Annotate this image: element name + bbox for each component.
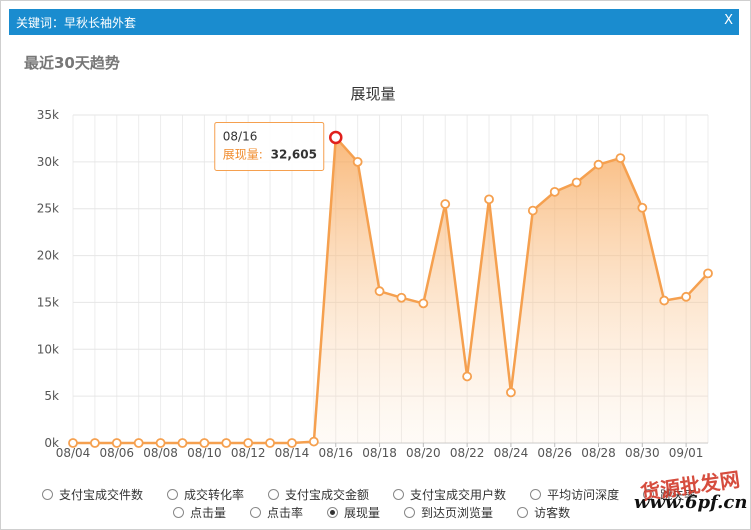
series-area (73, 137, 708, 443)
metric-option[interactable]: 支付宝成交用户数 (393, 486, 506, 503)
data-point[interactable] (440, 199, 451, 209)
highlighted-data-point[interactable] (329, 130, 343, 145)
metric-option-label: 展现量 (344, 506, 381, 520)
data-point[interactable] (265, 438, 275, 448)
y-tick-label: 20k (37, 249, 59, 263)
data-point[interactable] (396, 292, 407, 303)
metric-option-label: 支付宝成交用户数 (410, 488, 507, 502)
y-tick-label: 35k (37, 108, 59, 122)
radio-icon[interactable] (268, 489, 280, 500)
x-tick-label: 08/16 (318, 446, 353, 460)
metric-option[interactable]: 访客数 (517, 504, 570, 521)
data-point[interactable] (418, 298, 429, 309)
data-point[interactable] (155, 438, 166, 448)
x-tick-label: 08/26 (537, 446, 572, 460)
data-point[interactable] (111, 438, 122, 448)
data-point[interactable] (615, 153, 626, 164)
data-point[interactable] (681, 291, 692, 302)
x-tick-label: 08/18 (362, 446, 397, 460)
radio-icon[interactable] (517, 507, 529, 518)
trend-chart: 展现量 0k5k10k15k20k25k30k35k 08/04 08/06 08/… (37, 85, 713, 460)
metric-option-label: 点击量 (190, 506, 227, 520)
data-point[interactable] (243, 438, 254, 448)
data-point[interactable] (637, 202, 648, 213)
data-point[interactable] (308, 436, 319, 447)
radio-icon[interactable] (42, 489, 53, 500)
data-point[interactable] (177, 438, 188, 448)
data-point[interactable] (484, 194, 494, 205)
tooltip-value-line: 展现量: 32,605 (223, 147, 317, 161)
metric-option[interactable]: 到达页浏览量 (404, 504, 493, 521)
x-axis: 08/04 08/06 08/08 08/10 08/12 08/14 08/16 08/18… (56, 443, 704, 460)
x-tick-label: 08/06 (99, 446, 134, 460)
x-tick-label: 08/28 (581, 446, 616, 460)
y-tick-label: 5k (44, 389, 59, 403)
data-point[interactable] (593, 159, 604, 170)
y-axis: 0k5k10k15k20k25k30k35k (37, 108, 59, 450)
metric-selector-row1: 支付宝成交件数 成交转化率 支付宝成交金额 支付宝成交用户数 平均访问深度 跳失率 (42, 486, 696, 503)
metric-option-label: 支付宝成交件数 (59, 488, 144, 502)
x-tick-label: 08/22 (450, 446, 485, 460)
radio-icon[interactable] (393, 489, 405, 500)
metric-option-label: 点击率 (267, 506, 304, 520)
y-tick-label: 25k (37, 202, 59, 216)
metric-selector-row2: 点击量 点击率 展现量 到达页浏览量 访客数 (173, 504, 570, 521)
data-point[interactable] (549, 186, 560, 197)
metric-option-label: 访客数 (534, 506, 571, 520)
metric-option[interactable]: 点击率 (250, 504, 303, 521)
x-tick-label: 08/24 (494, 446, 529, 460)
metric-option[interactable]: 平均访问深度 (530, 486, 619, 503)
data-point[interactable] (133, 438, 144, 448)
metric-option-label: 成交转化率 (184, 488, 245, 502)
x-tick-label: 08/08 (143, 446, 178, 460)
data-point[interactable] (221, 438, 232, 448)
chart-title: 展现量 (350, 85, 395, 103)
data-point[interactable] (68, 438, 78, 448)
metric-option[interactable]: 成交转化率 (167, 486, 244, 503)
y-tick-label: 15k (37, 295, 59, 309)
radio-icon[interactable] (173, 507, 184, 518)
data-point[interactable] (374, 286, 385, 297)
x-tick-label: 08/20 (406, 446, 441, 460)
data-point[interactable] (703, 268, 713, 279)
x-tick-label: 08/12 (231, 446, 266, 460)
data-point[interactable] (352, 156, 363, 167)
radio-icon[interactable] (404, 507, 416, 518)
y-tick-label: 30k (37, 155, 59, 169)
tooltip-label: 展现量: (223, 147, 263, 161)
radio-icon[interactable] (327, 507, 339, 518)
x-tick-label: 09/01 (669, 446, 704, 460)
radio-icon[interactable] (250, 507, 262, 518)
x-tick-label: 08/04 (56, 446, 91, 460)
metric-option[interactable]: 支付宝成交金额 (268, 486, 369, 503)
metric-option-label: 支付宝成交金额 (285, 488, 370, 502)
metric-option[interactable]: 点击量 (173, 504, 226, 521)
data-point[interactable] (462, 371, 473, 382)
data-point[interactable] (659, 295, 670, 306)
x-tick-label: 08/10 (187, 446, 222, 460)
metric-option-label: 到达页浏览量 (421, 506, 494, 520)
data-point[interactable] (89, 438, 100, 448)
watermark-url: www.6pf.cn (634, 492, 748, 513)
data-point[interactable] (287, 438, 297, 448)
metric-option[interactable]: 支付宝成交件数 (42, 486, 143, 503)
data-point[interactable] (527, 205, 538, 216)
x-tick-label: 08/14 (275, 446, 310, 460)
chart-tooltip: 08/16 展现量: 32,605 (214, 121, 325, 171)
metric-option[interactable]: 展现量 (327, 504, 380, 521)
data-point[interactable] (199, 438, 210, 448)
radio-icon[interactable] (167, 489, 179, 500)
data-point[interactable] (571, 177, 582, 188)
tooltip-value: 32,605 (271, 147, 317, 161)
radio-icon[interactable] (530, 489, 542, 500)
metric-option-label: 平均访问深度 (547, 488, 620, 502)
y-tick-label: 10k (37, 342, 59, 356)
data-point[interactable] (506, 387, 516, 398)
tooltip-date: 08/16 (223, 129, 258, 143)
x-tick-label: 08/30 (625, 446, 660, 460)
